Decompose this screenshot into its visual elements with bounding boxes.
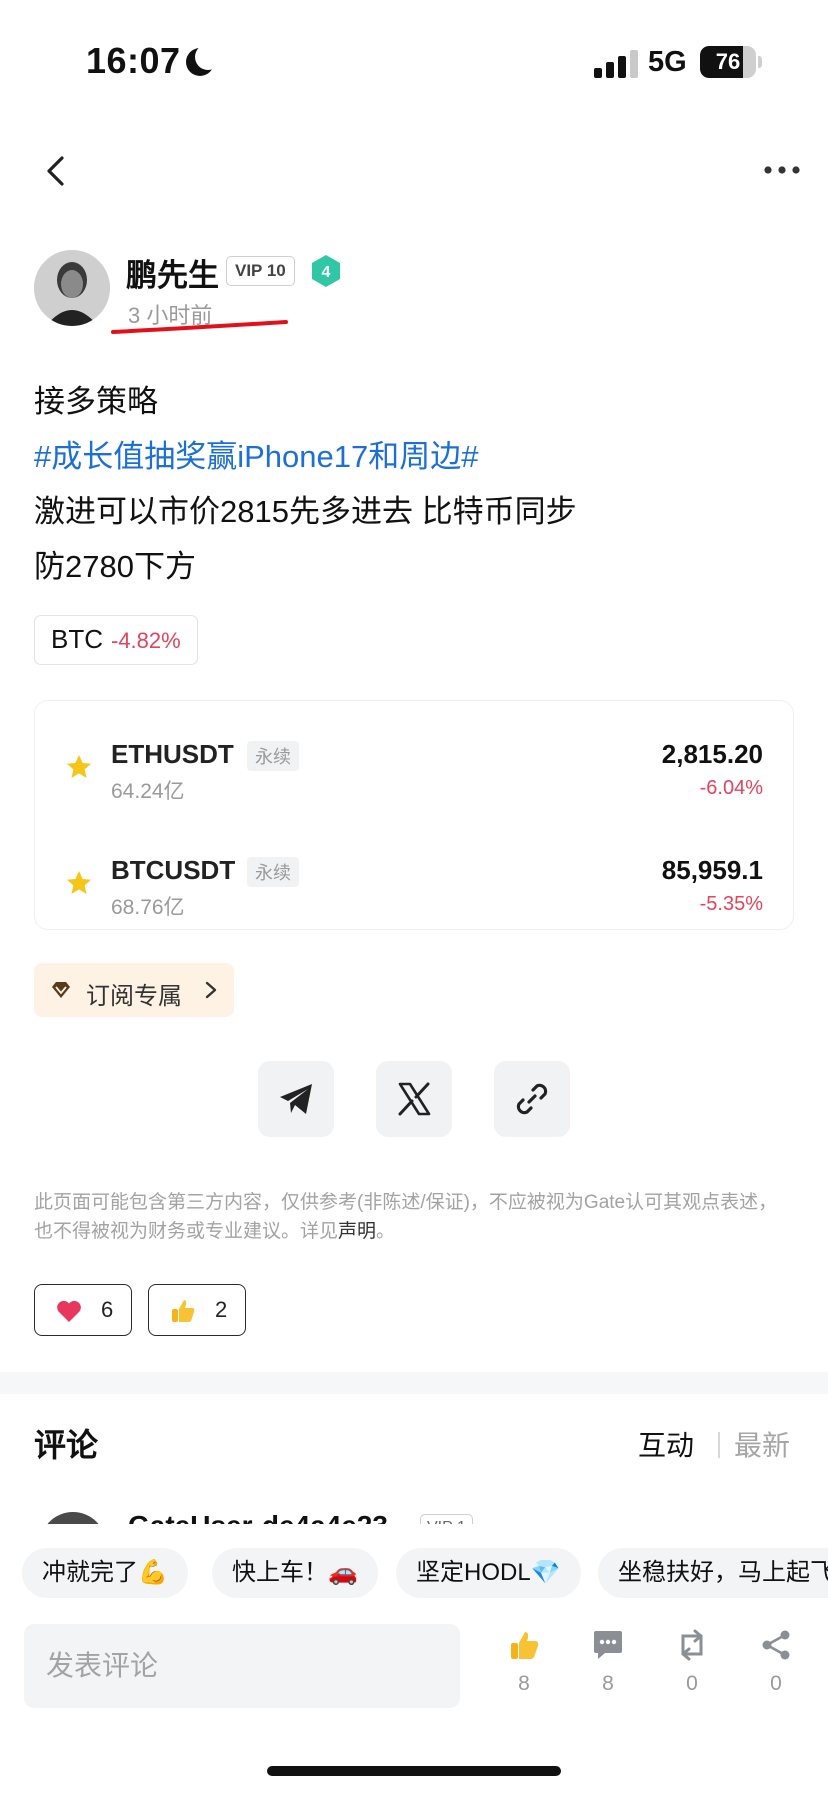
avatar[interactable]: [34, 250, 110, 326]
ticker-price: 2,815.20: [661, 739, 763, 769]
like-count: 8: [518, 1672, 530, 1695]
reaction-count: 2: [215, 1297, 228, 1322]
x-logo-icon: [398, 1082, 431, 1116]
thumbs-up-icon: [511, 1632, 539, 1659]
disclaimer-text: 此页面可能包含第三方内容，仅供参考(非陈述/保证)，不应被视为Gate认可其观点…: [34, 1188, 794, 1246]
battery-tip: [758, 56, 762, 68]
comments-header: 评论 互动 最新: [0, 1420, 828, 1470]
sort-latest-tab[interactable]: 最新: [734, 1424, 790, 1464]
battery-level: 76: [715, 49, 741, 74]
post-content: 接多策略 #成长值抽奖赢iPhone17和周边# 激进可以市价2815先多进去 …: [34, 374, 794, 594]
copy-link-button[interactable]: [494, 1061, 570, 1137]
reaction-thumbs-up-button[interactable]: 2: [148, 1284, 246, 1336]
subscribe-label: 订阅专属: [86, 983, 182, 1010]
comments-title: 评论: [34, 1427, 99, 1463]
link-icon: [516, 1083, 548, 1115]
share-count: 0: [770, 1672, 782, 1695]
sort-interactive-tab[interactable]: 互动: [638, 1424, 694, 1464]
repost-button[interactable]: 0: [662, 1628, 722, 1708]
thumbs-up-icon: [172, 1300, 195, 1322]
reaction-count: 6: [101, 1297, 114, 1322]
ticker-change: -6.04%: [699, 777, 763, 799]
moon-icon: [186, 44, 221, 76]
diamond-icon: [52, 982, 70, 998]
battery-icon: 76: [700, 46, 756, 78]
share-x-button[interactable]: [376, 1061, 452, 1137]
status-time: 16:07: [86, 40, 181, 81]
chevron-right-icon: [205, 981, 217, 999]
ticker-card: ETHUSDT 永续 64.24亿 2,815.20 -6.04% BTCUSD…: [34, 700, 794, 930]
comment-bubble-icon: [594, 1631, 622, 1659]
coin-tag-btc[interactable]: BTC -4.82%: [34, 615, 198, 665]
quick-reply-bar: 冲就完了💪 快上车！🚗 坚定HODL💎 坐稳扶好，马上起飞: [0, 1548, 828, 1602]
author-name[interactable]: 鹏先生: [126, 250, 219, 295]
sort-separator: [718, 1432, 720, 1458]
contract-type-badge: 永续: [247, 741, 299, 771]
hashtag-link[interactable]: #成长值抽奖赢iPhone17和周边#: [34, 429, 794, 484]
red-underline-annotation: [111, 320, 288, 334]
share-icon: [762, 1630, 790, 1660]
ticker-volume: 68.76亿: [111, 896, 185, 919]
star-icon[interactable]: [65, 753, 93, 781]
ticker-price: 85,959.1: [661, 855, 763, 885]
signal-icon: [594, 48, 640, 78]
repost-icon: [681, 1629, 703, 1661]
commenter-name[interactable]: GateUser-de4a4e23: [128, 1510, 388, 1524]
post-line: 激进可以市价2815先多进去 比特币同步: [34, 494, 577, 529]
avatar[interactable]: [40, 1512, 106, 1524]
vip-badge: VIP 10: [226, 256, 295, 286]
share-telegram-button[interactable]: [258, 1061, 334, 1137]
telegram-icon: [280, 1084, 312, 1114]
bottom-action-bar: 8 8 0 0: [0, 1620, 828, 1716]
post-line: 接多策略: [34, 384, 158, 419]
home-indicator: [267, 1766, 561, 1776]
subscribe-exclusive-button[interactable]: 订阅专属: [34, 963, 234, 1017]
comment-item: GateUser-de4a4e23 VIP 1: [0, 1500, 828, 1524]
disclaimer-link[interactable]: 声明: [338, 1221, 376, 1242]
section-divider: [0, 1372, 828, 1394]
share-button[interactable]: 0: [746, 1628, 806, 1708]
star-icon[interactable]: [65, 869, 93, 897]
comment-input[interactable]: [24, 1624, 460, 1708]
coin-change: -4.82%: [111, 628, 181, 653]
like-button[interactable]: 8: [494, 1628, 554, 1708]
ticker-row-btcusdt[interactable]: BTCUSDT 永续 68.76亿 85,959.1 -5.35%: [35, 847, 793, 927]
status-bar: 16:07 5G 76: [0, 0, 828, 120]
disclaimer-body: 此页面可能包含第三方内容，仅供参考(非陈述/保证)，不应被视为Gate认可其观点…: [34, 1192, 778, 1242]
quick-reply-chip[interactable]: 快上车！🚗: [212, 1548, 378, 1598]
ticker-row-ethusdt[interactable]: ETHUSDT 永续 64.24亿 2,815.20 -6.04%: [35, 731, 793, 811]
quick-reply-chip[interactable]: 坐稳扶好，马上起飞: [598, 1548, 828, 1598]
vip-badge: VIP 1: [420, 1514, 473, 1524]
repost-count: 0: [686, 1672, 698, 1695]
ticker-symbol: BTCUSDT: [111, 855, 236, 885]
ticker-change: -5.35%: [699, 893, 763, 915]
nav-bar: [0, 140, 828, 200]
more-options-icon[interactable]: [762, 158, 802, 182]
ticker-volume: 64.24亿: [111, 780, 185, 803]
back-arrow-icon[interactable]: [40, 154, 74, 188]
network-type: 5G: [648, 46, 687, 78]
disclaimer-end: 。: [376, 1221, 396, 1242]
author-header: 鹏先生 VIP 10 4 3 小时前: [34, 250, 794, 334]
quick-reply-chip[interactable]: 冲就完了💪: [22, 1548, 188, 1598]
coin-symbol: BTC: [51, 624, 103, 654]
level-badge: 4: [310, 254, 342, 288]
level-number: 4: [322, 264, 331, 281]
post-line: 防2780下方: [34, 549, 196, 584]
reaction-heart-button[interactable]: 6: [34, 1284, 132, 1336]
quick-reply-chip[interactable]: 坚定HODL💎: [396, 1548, 581, 1598]
comment-count: 8: [602, 1672, 614, 1695]
contract-type-badge: 永续: [247, 857, 299, 887]
ticker-symbol: ETHUSDT: [111, 739, 234, 769]
comment-button[interactable]: 8: [578, 1628, 638, 1708]
heart-icon: [57, 1300, 81, 1322]
